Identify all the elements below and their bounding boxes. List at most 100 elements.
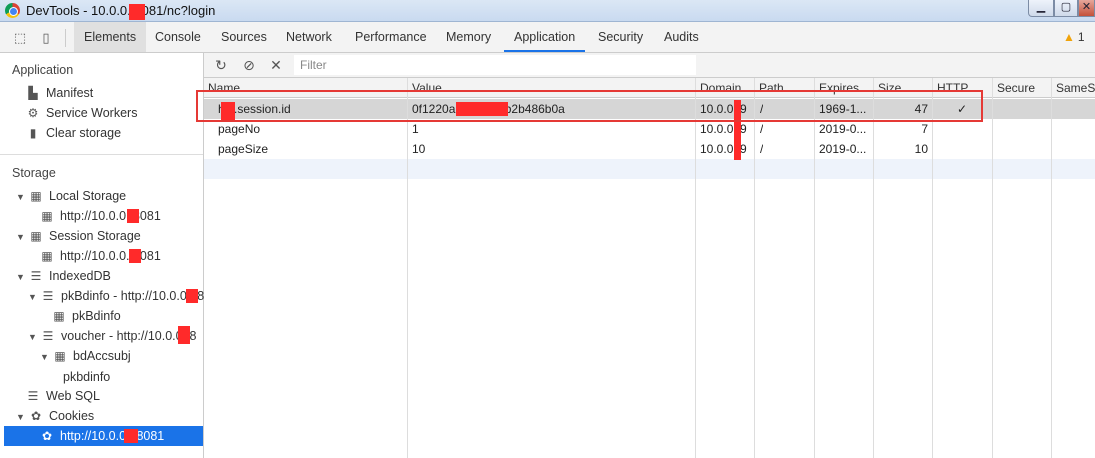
expand-arrow-icon[interactable]: ▼ [16,187,26,207]
delete-selected-icon[interactable]: ✕ [267,56,285,74]
sidebar-item-label: http://10.0.0. 8081 [60,209,161,223]
sidebar-item-label: Service Workers [46,106,138,120]
sidebar-item-manifest[interactable]: ▙ Manifest [26,83,93,103]
database-icon: ☰ [30,269,42,283]
database-icon: ☰ [27,389,39,403]
sidebar-item-label: Manifest [46,86,94,100]
cookie-name: pageSize [218,142,269,156]
storage-section-header: Storage [12,166,56,180]
sidebar-item-label: Cookies [49,409,95,423]
sidebar-item-cookies-origin[interactable]: ✿ http://10.0.0. :8081 [4,426,203,446]
column-divider[interactable] [814,78,815,458]
sidebar-item-label: voucher - http://10.0.0 :8 [61,329,197,343]
sidebar-item-indexeddb[interactable]: ▼ ☰ IndexedDB [16,266,111,286]
sidebar-item-clear-storage[interactable]: ▮ Clear storage [26,123,121,143]
tab-elements[interactable]: Elements [74,22,147,52]
clear-all-icon[interactable]: ⊘ [240,56,258,74]
tab-sources[interactable]: Sources [211,22,277,52]
redaction-mark [124,429,138,443]
tab-console[interactable]: Console [145,22,211,52]
column-divider[interactable] [1051,78,1052,458]
trash-icon: ▮ [29,126,37,140]
tab-memory[interactable]: Memory [436,22,501,52]
sidebar-item-label: http://10.0.0. 8081 [60,249,161,263]
column-divider[interactable] [695,78,696,458]
sidebar-item-index-pkbdinfo[interactable]: pkbdinfo [63,367,110,387]
tab-performance[interactable]: Performance [345,22,437,52]
tab-security[interactable]: Security [588,22,653,52]
device-toolbar-icon[interactable]: ▯ [38,30,54,46]
sidebar-item-label: Clear storage [46,126,122,140]
minimize-button[interactable]: ▁ [1028,0,1054,17]
expand-arrow-icon[interactable]: ▼ [16,407,26,427]
grid-icon: ▦ [30,189,42,203]
cookie-value: 1 [412,122,419,136]
sidebar-item-session-storage[interactable]: ▼ ▦ Session Storage [16,226,141,246]
grid-icon: ▦ [41,209,53,223]
expand-arrow-icon[interactable]: ▼ [28,327,38,347]
redaction-mark [186,289,198,303]
sidebar-item-store-pkbdinfo[interactable]: ▦ pkBdinfo [52,306,121,326]
sidebar-item-session-storage-origin[interactable]: ▦ http://10.0.0. 8081 [40,246,161,266]
highlight-annotation [196,90,983,122]
expand-arrow-icon[interactable]: ▼ [16,227,26,247]
cookies-toolbar: ↻ ⊘ ✕ [204,53,1095,78]
warning-triangle-icon: ▲ [1063,30,1075,44]
sidebar-item-label: Web SQL [46,389,100,403]
column-divider[interactable] [992,78,993,458]
database-icon: ☰ [42,289,54,303]
sidebar-item-local-storage-origin[interactable]: ▦ http://10.0.0. 8081 [40,206,161,226]
grid-icon: ▦ [53,309,65,323]
column-secure[interactable]: Secure [997,81,1035,95]
title-bar: DevTools - 10.0.0. 8081/nc?login ▁ ▢ ✕ [0,0,1095,22]
cookie-icon: ✿ [41,429,53,443]
tab-application[interactable]: Application [504,22,586,52]
cookie-name: pageNo [218,122,261,136]
application-section-header: Application [12,63,74,77]
inspect-element-icon[interactable]: ⬚ [12,30,28,46]
close-button[interactable]: ✕ [1078,0,1095,17]
gear-icon: ⚙ [27,106,39,120]
sidebar-item-db-pkbdinfo[interactable]: ▼ ☰ pkBdinfo - http://10.0.0. :8 [28,286,204,306]
redaction-mark [129,249,141,263]
warnings-counter[interactable]: ▲ 1 [1063,30,1085,44]
sidebar-item-label: Session Storage [49,229,141,243]
window-title: DevTools - 10.0.0. 8081/nc?login [26,3,216,18]
cookie-path: / [760,142,764,156]
cookies-table: Name Value Domain Path Expires ... Size … [204,78,1095,458]
table-row[interactable]: pageSize 10 10.0.0. 9 / 2019-0... 10 [204,139,1095,159]
refresh-icon[interactable]: ↻ [212,56,230,74]
sidebar-item-store-bdaccsubj[interactable]: ▼ ▦ bdAccsubj [40,346,131,366]
expand-arrow-icon[interactable]: ▼ [28,287,38,307]
sidebar-item-local-storage[interactable]: ▼ ▦ Local Storage [16,186,126,206]
maximize-button[interactable]: ▢ [1054,0,1078,17]
sidebar-item-service-workers[interactable]: ⚙ Service Workers [26,103,138,123]
sidebar-item-label: pkbdinfo [63,370,111,384]
sidebar-item-cookies[interactable]: ▼ ✿ Cookies [16,406,94,426]
tab-audits[interactable]: Audits [654,22,709,52]
column-samesite[interactable]: SameSi [1056,81,1095,95]
redaction-mark [178,326,190,344]
column-divider[interactable] [873,78,874,458]
tab-separator [65,29,66,47]
cookie-expires: 2019-0... [819,122,867,136]
table-row[interactable]: pageNo 1 10.0.0. 9 / 2019-0... 7 [204,119,1095,139]
sidebar-item-db-voucher[interactable]: ▼ ☰ voucher - http://10.0.0 :8 [28,326,197,346]
sidebar-item-label: IndexedDB [49,269,111,283]
cookie-path: / [760,122,764,136]
redaction-mark [127,209,139,223]
redaction-mark [129,4,145,20]
column-divider[interactable] [407,78,408,458]
column-divider[interactable] [754,78,755,458]
application-sidebar: Application ▙ Manifest ⚙ Service Workers ▮… [0,53,204,458]
sidebar-item-label: bdAccsubj [73,349,131,363]
expand-arrow-icon[interactable]: ▼ [40,347,50,367]
column-divider[interactable] [932,78,933,458]
tab-network[interactable]: Network [276,22,342,52]
sidebar-item-websql[interactable]: ☰ Web SQL [26,386,100,406]
sidebar-item-label: pkBdinfo [72,309,121,323]
cookie-size: 7 [921,122,928,136]
filter-input[interactable] [294,55,696,75]
cookie-size: 10 [914,142,928,156]
expand-arrow-icon[interactable]: ▼ [16,267,26,287]
